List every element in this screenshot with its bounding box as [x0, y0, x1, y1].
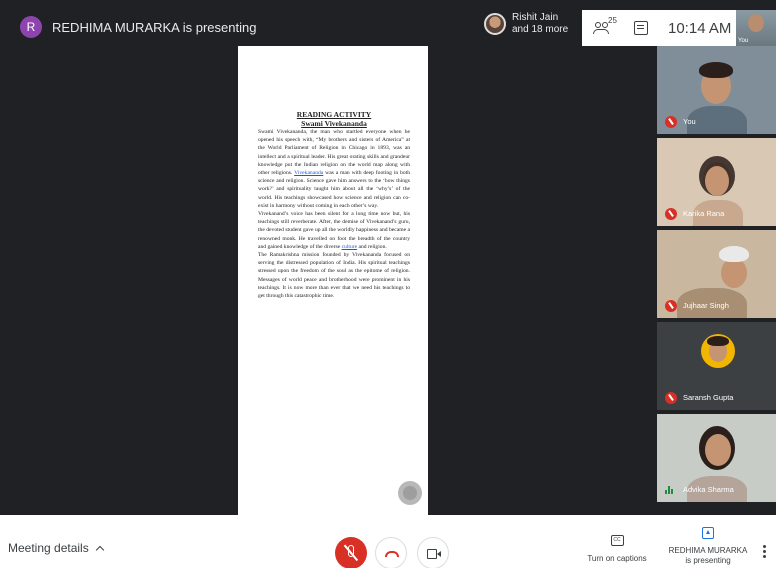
hang-up-button[interactable]	[375, 537, 407, 568]
participant-count: 25	[608, 16, 617, 25]
present-label-line2: is presenting	[685, 556, 731, 565]
culture-link[interactable]: culture	[342, 244, 358, 250]
mic-off-icon	[665, 392, 677, 404]
participants-line2: and 18 more	[512, 24, 569, 35]
mic-off-icon	[665, 300, 677, 312]
participant-name: Jujhaar Singh	[683, 301, 729, 310]
camera-icon	[427, 549, 437, 559]
hang-up-icon	[385, 551, 399, 557]
top-toolbar: 25 10:14 AM You	[582, 10, 776, 46]
presenting-text: REDHIMA MURARKA is presenting	[52, 19, 257, 35]
participant-name: Karika Rana	[683, 209, 725, 218]
clock: 10:14 AM	[668, 19, 732, 37]
participant-name: You	[683, 117, 696, 126]
bottom-control-bar: Meeting details CC Turn on captions REDH…	[0, 515, 776, 568]
self-view-thumbnail[interactable]: You	[736, 10, 776, 46]
mic-toggle-button[interactable]	[335, 537, 367, 568]
participants-summary[interactable]: Rishit Jain and 18 more	[484, 12, 568, 36]
people-icon[interactable]: 25	[592, 16, 618, 38]
meeting-details-button[interactable]: Meeting details	[8, 541, 104, 555]
document-scroll-button[interactable]	[398, 481, 422, 505]
presenter-banner: R REDHIMA MURARKA is presenting	[20, 16, 256, 38]
document-subtitle: Swami Vivekananda	[301, 119, 367, 128]
document-body: Swami Vivekananda, the man who startled …	[258, 128, 410, 300]
present-label-line1: REDHIMA MURARKA	[668, 546, 748, 555]
participant-tile[interactable]: Karika Rana	[657, 138, 776, 226]
participant-avatar	[484, 13, 506, 35]
chat-icon[interactable]	[634, 21, 648, 35]
mic-off-icon	[665, 116, 677, 128]
captions-button[interactable]: CC Turn on captions	[586, 535, 648, 563]
participant-name: Advika Sharma	[683, 485, 734, 494]
captions-label: Turn on captions	[587, 554, 647, 563]
participant-tile[interactable]: Advika Sharma	[657, 414, 776, 502]
present-icon	[702, 527, 714, 539]
more-vert-icon[interactable]	[763, 545, 767, 560]
camera-toggle-button[interactable]	[417, 537, 449, 568]
vivekananda-link[interactable]: Vivekananda	[294, 170, 323, 176]
captions-icon: CC	[610, 535, 624, 546]
shared-document: READING ACTIVITY Swami Vivekananda Swami…	[238, 46, 428, 516]
self-view-label: You	[738, 38, 749, 44]
meeting-stage: R REDHIMA MURARKA is presenting Rishit J…	[0, 0, 776, 516]
chevron-up-icon	[95, 545, 104, 555]
paragraph-3: The Ramakrishna mission founded by Vivek…	[258, 252, 410, 300]
participant-tile[interactable]: Jujhaar Singh	[657, 230, 776, 318]
speaking-indicator-icon	[665, 486, 673, 494]
paragraph-2: Vivekanand’s voice has been silent for a…	[258, 211, 410, 250]
participant-name: Saransh Gupta	[683, 393, 734, 402]
document-title: READING ACTIVITY	[296, 110, 372, 119]
paragraph-1: Swami Vivekananda, the man who startled …	[258, 129, 410, 209]
mic-off-icon	[665, 208, 677, 220]
participant-tile[interactable]: Saransh Gupta	[657, 322, 776, 410]
participant-tile[interactable]: You	[657, 46, 776, 134]
participants-line1: Rishit Jain	[512, 12, 559, 23]
present-button[interactable]: REDHIMA MURARKA is presenting	[666, 527, 750, 566]
presenter-avatar: R	[20, 16, 42, 38]
participant-tiles: You Karika Rana Jujhaar Singh Saransh Gu…	[657, 46, 776, 516]
